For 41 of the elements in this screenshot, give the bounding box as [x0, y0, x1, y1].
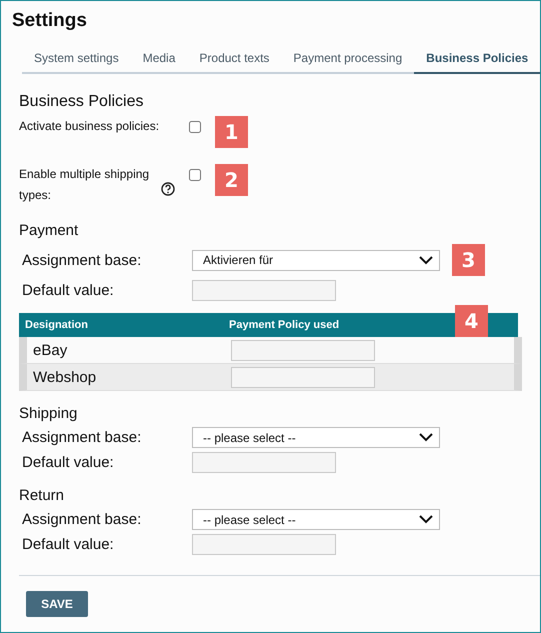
section-heading: Payment — [19, 222, 80, 240]
tab[interactable]: System settings — [22, 45, 131, 74]
tab[interactable]: Payment processing — [281, 45, 414, 74]
section-heading: Shipping — [19, 405, 78, 423]
tab[interactable]: Business Policies — [414, 45, 540, 74]
tab[interactable]: Media — [130, 45, 188, 74]
save-button[interactable]: SAVE — [26, 591, 88, 617]
field-label: Default value: — [21, 454, 115, 471]
checkbox[interactable] — [189, 169, 201, 181]
column-header: Designation — [24, 319, 89, 331]
dropdown[interactable]: -- please select -- — [192, 509, 440, 530]
input-field[interactable] — [192, 280, 336, 301]
column-header: Payment Policy used — [228, 319, 340, 331]
page-title: Settings — [12, 9, 88, 33]
number-marker: 1 — [215, 116, 248, 148]
input-field[interactable] — [231, 366, 375, 388]
checkbox[interactable] — [189, 121, 201, 133]
tab[interactable]: Product texts — [187, 45, 282, 74]
chevron-down-icon — [419, 433, 433, 442]
dropdown[interactable]: -- please select -- — [192, 427, 440, 448]
table-cell-text: eBay — [32, 342, 68, 358]
table-cell-text: Webshop — [32, 368, 98, 386]
help-icon[interactable] — [161, 182, 175, 196]
number-marker: 4 — [455, 305, 488, 337]
section-heading: Business Policies — [19, 92, 144, 112]
field-label: Assignment base: — [21, 252, 142, 268]
chevron-down-icon — [419, 515, 433, 524]
input-field[interactable] — [192, 534, 336, 555]
dropdown[interactable]: Aktivieren für — [192, 250, 440, 270]
field-label: Default value: — [21, 282, 115, 299]
input-field[interactable] — [192, 452, 336, 473]
number-marker: 3 — [452, 244, 485, 276]
field-label: Assignment base: — [21, 429, 142, 446]
chevron-down-icon — [419, 256, 433, 264]
field-label: Assignment base: — [21, 511, 142, 528]
section-heading: Return — [19, 487, 66, 505]
field-label: Default value: — [21, 536, 115, 553]
option-label: Enable multiple shipping types: — [19, 166, 150, 204]
number-marker: 2 — [215, 164, 248, 196]
input-field[interactable] — [231, 340, 375, 360]
option-label: Activate business policies: — [19, 118, 160, 135]
